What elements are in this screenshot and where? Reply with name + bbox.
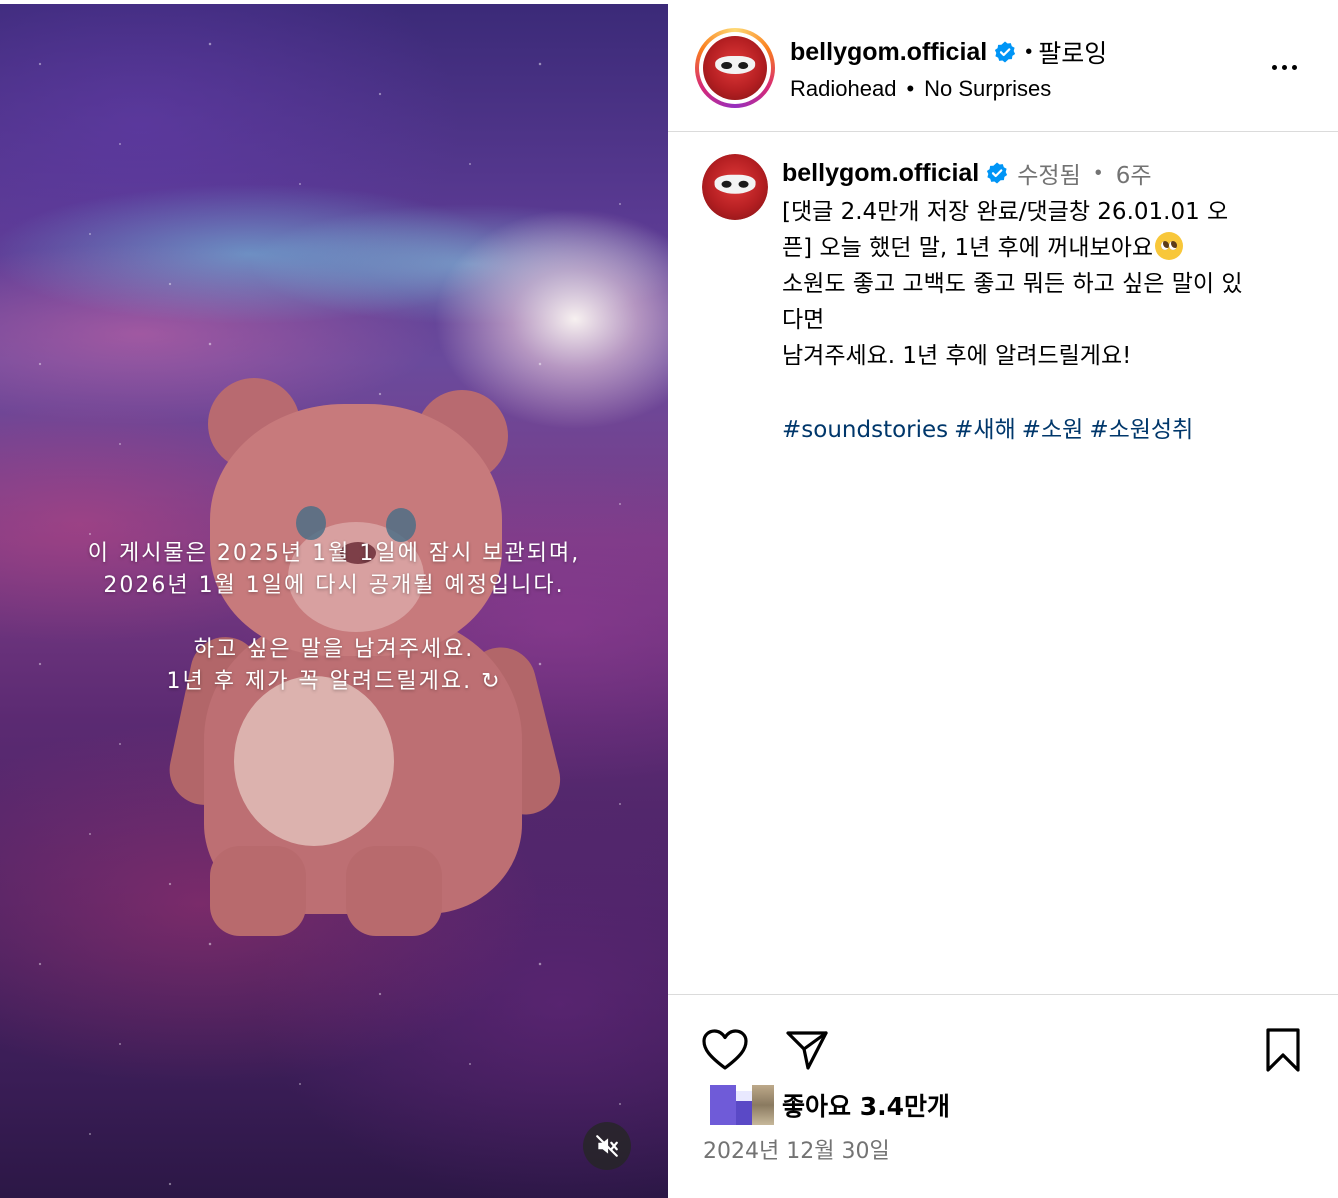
caption-line: 남겨주세요. 1년 후에 알려드릴게요! <box>782 343 1132 369</box>
caption-line: [댓글 2.4만개 저장 완료/댓글창 26.01.01 오 <box>782 199 1229 225</box>
overlay-line: 2026년 1월 1일에 다시 공개될 예정입니다. <box>103 573 565 598</box>
post-caption: bellygom.official 수정됨 • 6주 [댓글 2.4만개 저장 … <box>782 156 1312 444</box>
overlay-line: 이 게시물은 2025년 1월 1일에 잠시 보관되며, <box>87 541 581 566</box>
likes-count[interactable]: 좋아요 3.4만개 <box>782 1087 950 1123</box>
separator-dot: • <box>1094 161 1102 184</box>
music-title: No Surprises <box>924 76 1052 101</box>
caption-username-link[interactable]: bellygom.official <box>782 159 979 188</box>
header-username-link[interactable]: bellygom.official <box>790 38 987 67</box>
post-date[interactable]: 2024년 12월 30일 <box>703 1133 890 1165</box>
media-overlay-notice: 이 게시물은 2025년 1월 1일에 잠시 보관되며, 2026년 1월 1일… <box>0 538 668 602</box>
pleading-face-emoji-icon <box>1155 232 1184 260</box>
post-age[interactable]: 6주 <box>1116 156 1152 190</box>
verified-badge-icon <box>993 40 1017 64</box>
overlay-line: 하고 싶은 말을 남겨주세요. <box>193 637 475 662</box>
media-overlay-request: 하고 싶은 말을 남겨주세요. 1년 후 제가 꼭 알려드릴게요. ↻ <box>0 634 668 698</box>
music-attribution[interactable]: Radiohead • No Surprises <box>790 76 1051 102</box>
overlay-line: 1년 후 제가 꼭 알려드릴게요. ↻ <box>166 669 502 694</box>
post-media[interactable]: 이 게시물은 2025년 1월 1일에 잠시 보관되며, 2026년 1월 1일… <box>0 4 668 1198</box>
caption-avatar[interactable] <box>702 154 768 220</box>
heart-icon[interactable] <box>700 1025 750 1075</box>
caption-text: [댓글 2.4만개 저장 완료/댓글창 26.01.01 오 픈] 오늘 했던 … <box>782 194 1312 374</box>
hashtag-list: #soundstories #새해 #소원 #소원성취 <box>782 410 1312 444</box>
hashtag-link[interactable]: #소원성취 <box>1089 417 1193 443</box>
music-separator: • <box>906 76 915 101</box>
story-ring-avatar[interactable] <box>695 28 775 108</box>
verified-badge-icon <box>985 161 1009 185</box>
caption-line: 다면 <box>782 307 825 333</box>
caption-line: 소원도 좋고 고백도 좋고 뭐든 하고 싶은 말이 있 <box>782 271 1243 297</box>
hashtag-link[interactable]: #새해 <box>954 417 1016 443</box>
more-options-icon[interactable] <box>1264 52 1304 82</box>
post-header: bellygom.official • 팔로잉 Radiohead • No Sur… <box>668 4 1338 132</box>
music-artist: Radiohead <box>790 76 897 101</box>
avatar <box>703 36 767 100</box>
bookmark-icon[interactable] <box>1258 1025 1308 1075</box>
likes-summary[interactable]: 좋아요 3.4만개 <box>710 1085 950 1125</box>
following-button[interactable]: 팔로잉 <box>1038 34 1107 70</box>
edited-label: 수정됨 <box>1017 163 1081 189</box>
caption-line: 픈] 오늘 했던 말, 1년 후에 꺼내보아요 <box>782 235 1154 261</box>
hashtag-link[interactable]: #soundstories <box>782 417 948 443</box>
hashtag-link[interactable]: #소원 <box>1022 417 1084 443</box>
liker-avatars <box>710 1085 774 1125</box>
send-icon[interactable] <box>782 1025 832 1075</box>
separator-dot: • <box>1025 40 1033 63</box>
post-detail-panel: bellygom.official • 팔로잉 Radiohead • No Sur… <box>668 0 1338 1198</box>
mute-toggle-button[interactable] <box>583 1122 631 1170</box>
post-actions: 좋아요 3.4만개 2024년 12월 30일 <box>668 994 1338 1198</box>
speaker-muted-icon <box>596 1135 618 1157</box>
